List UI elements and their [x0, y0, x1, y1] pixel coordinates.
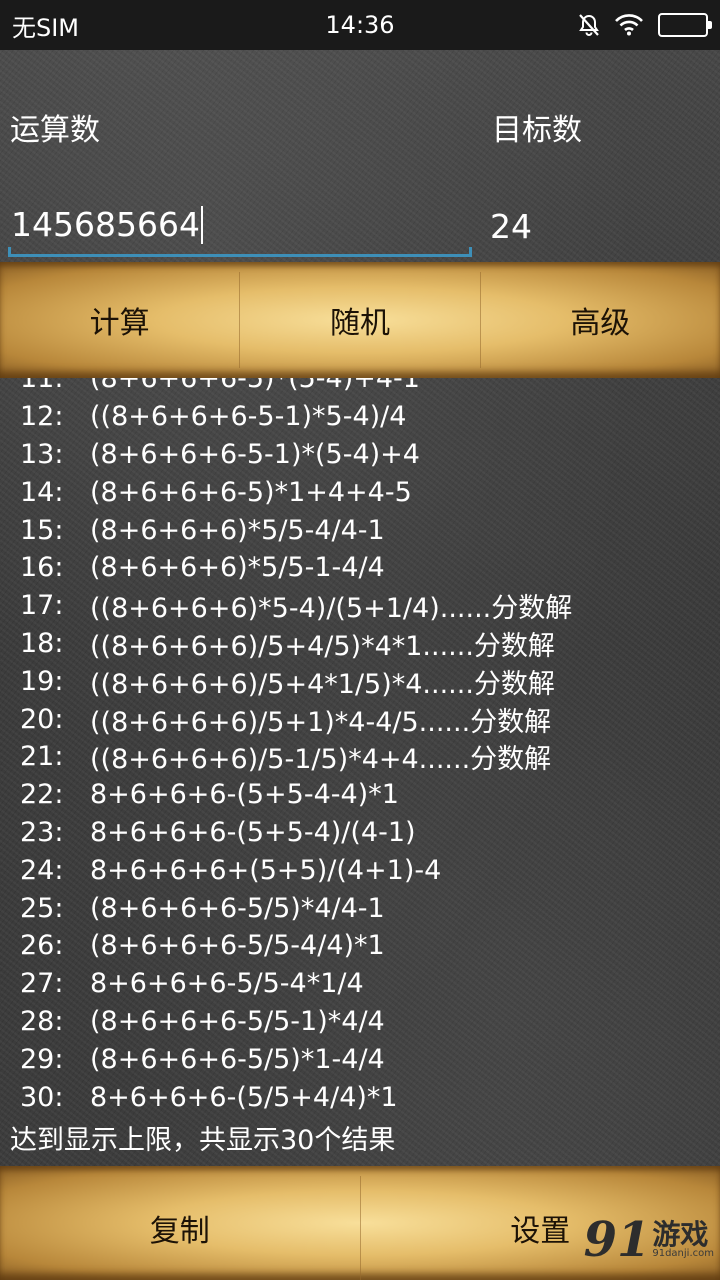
- result-expression: (8+6+6+6-5/5)*1-4/4: [90, 1043, 385, 1075]
- result-index: 17:: [20, 590, 64, 622]
- result-index: 21:: [20, 741, 64, 773]
- watermark-logo: 91: [583, 1212, 651, 1268]
- result-index: 29:: [20, 1043, 64, 1075]
- operands-label: 运算数: [10, 113, 100, 148]
- result-expression: 8+6+6+6-(5+5-4)/(4-1): [90, 816, 416, 848]
- result-row: 14: (8+6+6+6-5)*1+4+4-5: [0, 473, 720, 511]
- result-index: 12:: [20, 401, 64, 433]
- battery-icon: [658, 13, 712, 37]
- result-expression: (8+6+6+6-5-1)*(5-4)+4: [90, 438, 420, 470]
- result-row: 27: 8+6+6+6-5/5-4*1/4: [0, 965, 720, 1003]
- watermark-name: 游戏: [652, 1218, 709, 1251]
- result-expression: ((8+6+6+6)/5-1/5)*4+4......分数解: [90, 744, 552, 776]
- result-row: 22: 8+6+6+6-(5+5-4-4)*1: [0, 776, 720, 814]
- result-expression: ((8+6+6+6-5-1)*5-4)/4: [90, 401, 407, 433]
- result-row: 21: ((8+6+6+6)/5-1/5)*4+4......分数解: [0, 738, 720, 776]
- result-row: 29: (8+6+6+6-5/5)*1-4/4: [0, 1040, 720, 1078]
- result-row: 24: 8+6+6+6+(5+5)/(4+1)-4: [0, 851, 720, 889]
- carrier-label: 无SIM: [12, 13, 80, 42]
- result-index: 25:: [20, 892, 64, 924]
- result-row: 16: (8+6+6+6)*5/5-1-4/4: [0, 549, 720, 587]
- result-row: 13: (8+6+6+6-5-1)*(5-4)+4: [0, 436, 720, 474]
- result-row: 12: ((8+6+6+6-5-1)*5-4)/4: [0, 398, 720, 436]
- copy-button[interactable]: 复制: [0, 1176, 361, 1280]
- result-index: 27:: [20, 968, 64, 1000]
- random-button[interactable]: 随机: [240, 272, 481, 368]
- result-expression: (8+6+6+6-5)*1+4+4-5: [90, 476, 412, 508]
- operands-value: 145685664: [11, 205, 200, 244]
- result-row: 11: (8+6+6+6-5)*(5-4)+4-1: [0, 378, 720, 398]
- results-summary: 达到显示上限，共显示30个结果: [10, 1125, 396, 1156]
- result-expression: 8+6+6+6-5/5-4*1/4: [90, 968, 364, 1000]
- result-expression: ((8+6+6+6)/5+1)*4-4/5......分数解: [90, 706, 552, 738]
- result-row: 26: (8+6+6+6-5/5-4/4)*1: [0, 927, 720, 965]
- result-row: 25: (8+6+6+6-5/5)*4/4-1: [0, 889, 720, 927]
- result-expression: ((8+6+6+6)/5+4*1/5)*4......分数解: [90, 668, 555, 700]
- result-index: 20:: [20, 703, 64, 735]
- result-expression: (8+6+6+6-5/5-4/4)*1: [90, 930, 385, 962]
- result-index: 26:: [20, 930, 64, 962]
- result-row: 23: 8+6+6+6-(5+5-4)/(4-1): [0, 814, 720, 852]
- result-row: 20: ((8+6+6+6)/5+1)*4-4/5......分数解: [0, 700, 720, 738]
- result-expression: 8+6+6+6+(5+5)/(4+1)-4: [90, 854, 442, 886]
- result-expression: 8+6+6+6-(5+5-4-4)*1: [90, 779, 399, 811]
- result-expression: (8+6+6+6)*5/5-4/4-1: [90, 514, 385, 546]
- site-watermark: 91 游戏 91danji.com: [584, 1216, 714, 1264]
- calculate-button[interactable]: 计算: [0, 272, 241, 368]
- mute-bell-icon: [578, 13, 600, 37]
- result-index: 16:: [20, 552, 64, 584]
- result-expression: (8+6+6+6)*5/5-1-4/4: [90, 552, 385, 584]
- top-toolbar: 计算 随机 高级: [0, 262, 720, 378]
- text-cursor: [200, 205, 203, 244]
- watermark-site: 91danji.com: [652, 1248, 714, 1259]
- result-index: 30:: [20, 1081, 64, 1113]
- results-list[interactable]: 11: (8+6+6+6-5)*(5-4)+4-1 12: ((8+6+6+6-5-1…: [0, 378, 720, 1166]
- result-index: 11:: [20, 378, 64, 395]
- result-index: 18:: [20, 627, 64, 659]
- result-index: 19:: [20, 665, 64, 697]
- result-index: 14:: [20, 476, 64, 508]
- result-row: 30: 8+6+6+6-(5/5+4/4)*1: [0, 1078, 720, 1116]
- operands-input[interactable]: 145685664: [8, 195, 472, 257]
- result-index: 24:: [20, 854, 64, 886]
- result-row: 18: ((8+6+6+6)/5+4/5)*4*1......分数解: [0, 625, 720, 663]
- result-expression: ((8+6+6+6)/5+4/5)*4*1......分数解: [90, 630, 555, 662]
- target-value: 24: [490, 206, 532, 246]
- advanced-button[interactable]: 高级: [481, 272, 720, 368]
- status-bar: 无SIM 14:36: [0, 0, 720, 50]
- result-expression: (8+6+6+6-5)*(5-4)+4-1: [90, 378, 420, 395]
- result-row: 19: ((8+6+6+6)/5+4*1/5)*4......分数解: [0, 662, 720, 700]
- wifi-icon: [614, 14, 644, 36]
- result-expression: (8+6+6+6-5/5)*4/4-1: [90, 892, 385, 924]
- target-input[interactable]: 24: [490, 195, 710, 257]
- result-index: 15:: [20, 514, 64, 546]
- result-row: 28: (8+6+6+6-5/5-1)*4/4: [0, 1003, 720, 1041]
- result-index: 28:: [20, 1005, 64, 1037]
- result-row: 17: ((8+6+6+6)*5-4)/(5+1/4)......分数解: [0, 587, 720, 625]
- result-expression: 8+6+6+6-(5/5+4/4)*1: [90, 1081, 398, 1113]
- target-label: 目标数: [492, 113, 582, 148]
- result-index: 13:: [20, 438, 64, 470]
- result-index: 23:: [20, 816, 64, 848]
- result-row: 15: (8+6+6+6)*5/5-4/4-1: [0, 511, 720, 549]
- result-index: 22:: [20, 779, 64, 811]
- status-icons: [578, 13, 712, 37]
- result-expression: ((8+6+6+6)*5-4)/(5+1/4)......分数解: [90, 593, 573, 625]
- result-expression: (8+6+6+6-5/5-1)*4/4: [90, 1005, 385, 1037]
